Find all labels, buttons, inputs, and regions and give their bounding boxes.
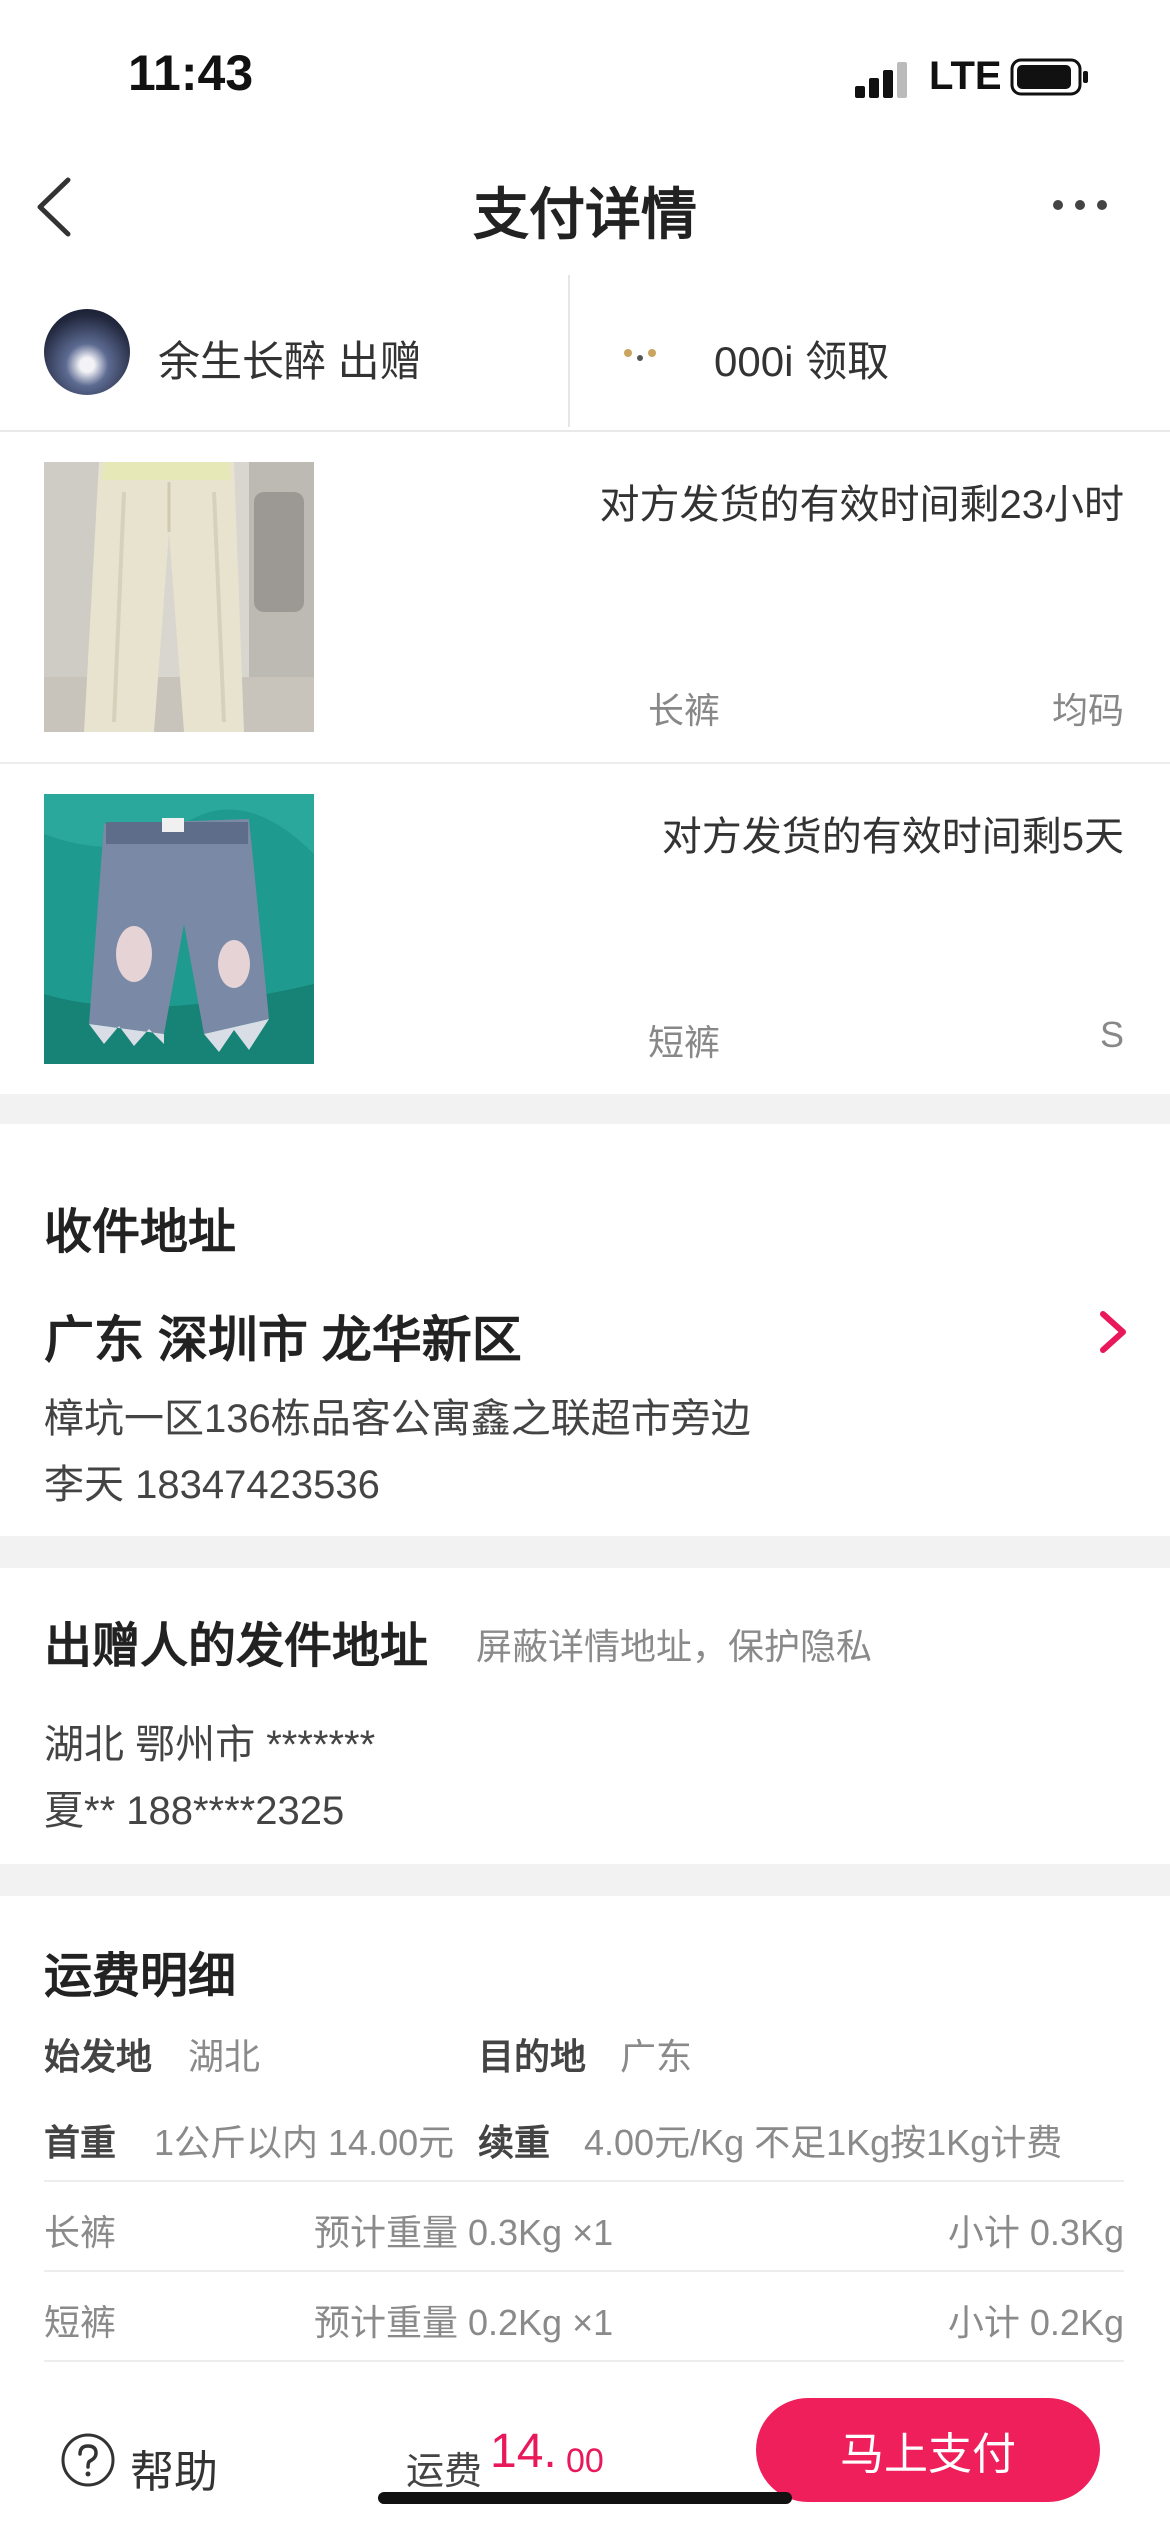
- destination-value: 广东: [620, 2036, 693, 2077]
- item-name: 长裤: [648, 690, 721, 731]
- row-subtotal: 小计 0.3Kg: [947, 2212, 1124, 2253]
- users-divider: [568, 275, 570, 427]
- privacy-note: 屏蔽详情地址，保护隐私: [476, 1626, 873, 1667]
- home-indicator: [378, 2492, 792, 2504]
- sender-address-title: 出赠人的发件地址: [44, 1620, 429, 1673]
- item-size: 均码: [1051, 690, 1124, 731]
- chevron-right-icon[interactable]: [1095, 1306, 1131, 1358]
- item-divider: [0, 762, 1170, 764]
- battery-icon: [1010, 58, 1088, 96]
- fee-total-label: 运费: [406, 2451, 483, 2493]
- item-time-left: 对方发货的有效时间剩5天: [661, 815, 1124, 859]
- network-label: LTE: [929, 54, 1002, 98]
- page-title: 支付详情: [473, 183, 697, 246]
- row-estimate: 预计重量 0.3Kg ×1: [314, 2212, 614, 2253]
- row-item-name: 长裤: [44, 2212, 117, 2253]
- destination-label: 目的地: [478, 2036, 587, 2077]
- help-label[interactable]: 帮助: [130, 2436, 218, 2500]
- first-weight-label: 首重: [44, 2122, 117, 2163]
- section-divider: [0, 1864, 1170, 1896]
- fee-total-decimal: 00: [566, 2442, 604, 2480]
- origin-value: 湖北: [188, 2036, 261, 2077]
- row-divider: [44, 2360, 1124, 2362]
- recipient-region[interactable]: 广东 深圳市 龙华新区: [44, 1300, 522, 1372]
- section-divider: [0, 1536, 1170, 1568]
- giver-avatar[interactable]: [44, 309, 130, 395]
- row-divider: [44, 2180, 1124, 2182]
- signal-icon: [855, 62, 907, 98]
- sender-region: 湖北 鄂州市 *******: [44, 1723, 376, 1767]
- recipient-contact: 李天 18347423536: [44, 1463, 380, 1507]
- section-divider: [0, 1094, 1170, 1124]
- receiver-avatar[interactable]: [612, 328, 668, 378]
- item-size: S: [1099, 1014, 1124, 1055]
- item-name: 短裤: [648, 1022, 721, 1063]
- item-image-pants[interactable]: [44, 462, 314, 732]
- recipient-street: 樟坑一区136栋品客公寓鑫之联超市旁边: [44, 1397, 751, 1441]
- help-icon[interactable]: [60, 2432, 116, 2488]
- row-divider: [44, 2270, 1124, 2272]
- row-estimate: 预计重量 0.2Kg ×1: [314, 2302, 614, 2343]
- pay-now-button[interactable]: 马上支付: [756, 2398, 1100, 2502]
- fee-total-integer: 14.: [490, 2425, 557, 2478]
- recipient-address-title: 收件地址: [44, 1206, 237, 1259]
- extra-weight-label: 续重: [478, 2122, 551, 2163]
- receiver-label: 000i 领取: [714, 338, 890, 385]
- status-time: 11:43: [128, 45, 254, 101]
- row-item-name: 短裤: [44, 2302, 117, 2343]
- giver-label: 余生长醉 出赠: [158, 338, 422, 385]
- more-icon[interactable]: [1050, 190, 1110, 220]
- shipping-title: 运费明细: [44, 1950, 237, 2003]
- origin-label: 始发地: [44, 2036, 153, 2077]
- item-time-left: 对方发货的有效时间剩23小时: [599, 483, 1125, 527]
- row-subtotal: 小计 0.2Kg: [947, 2302, 1124, 2343]
- sender-contact: 夏** 188****2325: [44, 1789, 345, 1833]
- first-weight-value: 1公斤以内 14.00元: [154, 2122, 455, 2163]
- extra-weight-value: 4.00元/Kg 不足1Kg按1Kg计费: [584, 2122, 1063, 2163]
- item-image-shorts[interactable]: [44, 794, 314, 1064]
